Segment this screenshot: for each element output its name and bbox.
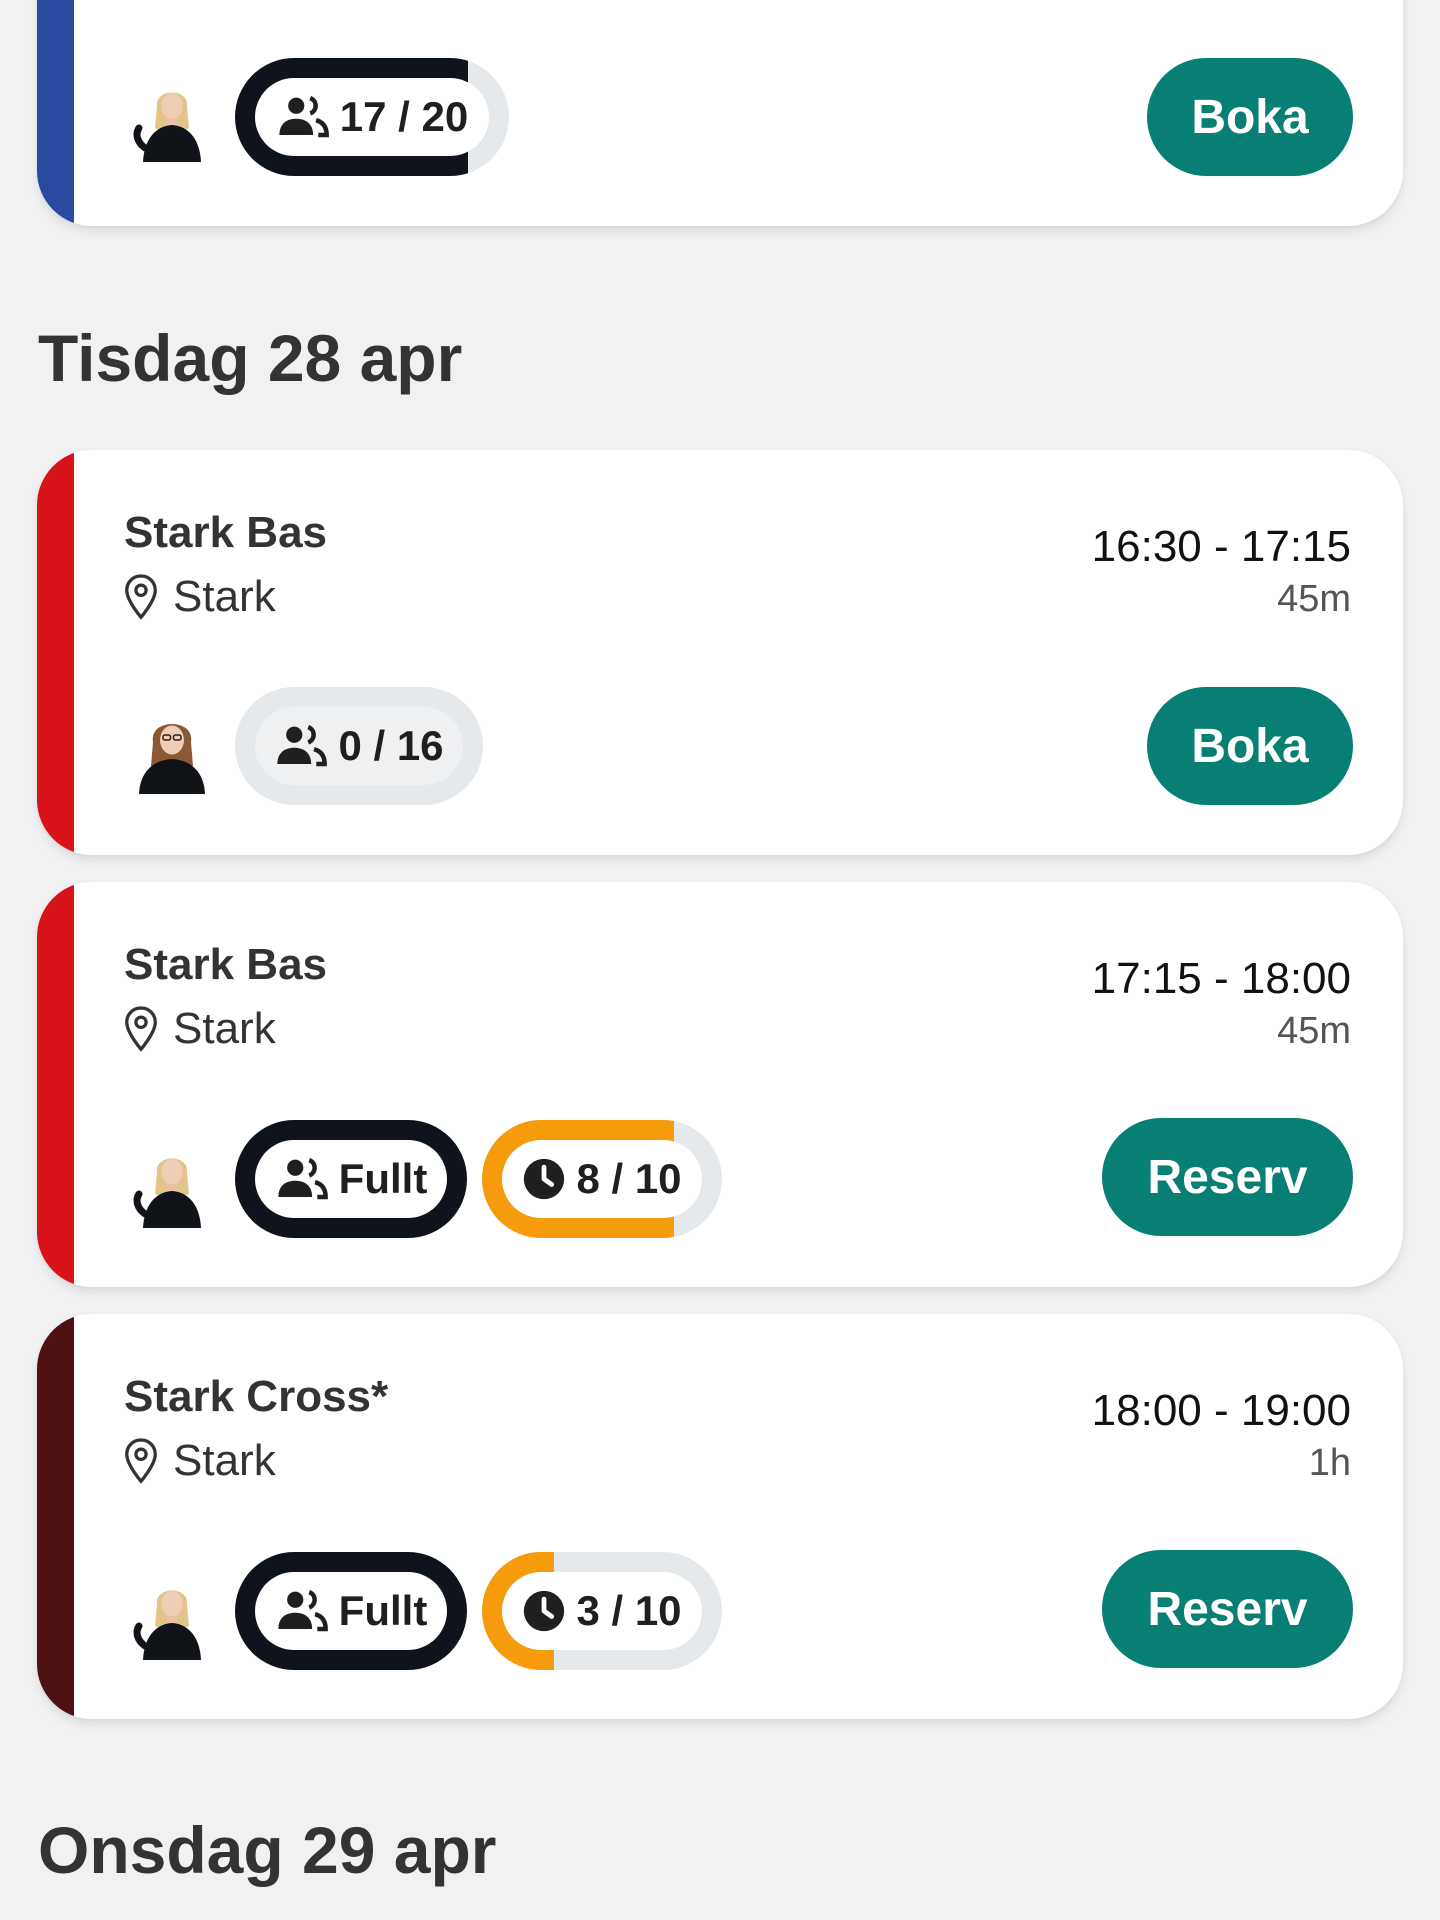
book-button[interactable]: Boka	[1147, 58, 1353, 176]
category-stripe	[37, 0, 74, 226]
category-stripe	[37, 1314, 74, 1719]
class-title: Stark Bas	[124, 940, 328, 989]
day-heading: Onsdag 29 apr	[38, 1813, 497, 1887]
occupancy-indicator: Fullt	[235, 1552, 467, 1670]
class-duration: 1h	[1308, 1442, 1351, 1484]
class-location: Stark	[123, 1004, 276, 1054]
location-label: Stark	[173, 572, 276, 621]
occupancy-count: 17 / 20	[339, 93, 469, 140]
location-label: Stark	[173, 1436, 276, 1485]
waitlist-indicator: 3 / 10	[482, 1552, 722, 1670]
class-duration: 45m	[1277, 578, 1351, 620]
category-stripe	[37, 450, 74, 855]
location-pin-icon	[123, 1005, 159, 1053]
waitlist-count: 8 / 10	[576, 1155, 682, 1202]
clock-icon	[522, 1157, 566, 1201]
occupancy-indicator: Fullt	[235, 1120, 467, 1238]
class-time: 18:00 - 19:00	[1091, 1386, 1351, 1435]
class-time: 16:30 - 17:15	[1091, 522, 1351, 571]
occupancy-status: Fullt	[338, 1155, 428, 1202]
instructor-avatar	[129, 708, 215, 794]
occupancy-count: 0 / 16	[338, 722, 444, 769]
class-card[interactable]: Stark Bas Stark 17:15 - 18:00 45m Fullt …	[37, 882, 1403, 1287]
class-duration: 45m	[1277, 1010, 1351, 1052]
class-title: Stark Cross*	[124, 1372, 389, 1421]
location-pin-icon	[123, 573, 159, 621]
people-icon	[276, 90, 330, 144]
instructor-avatar	[129, 1142, 215, 1228]
location-label: Stark	[173, 1004, 276, 1053]
class-card[interactable]: Stark Bas Stark 16:30 - 17:15 45m 0 / 16…	[37, 450, 1403, 855]
class-location: Stark	[123, 1436, 276, 1486]
people-icon	[275, 1584, 329, 1638]
class-card-previous[interactable]: 17 / 20 Boka	[37, 0, 1403, 226]
waitlist-count: 3 / 10	[576, 1587, 682, 1634]
class-card[interactable]: Stark Cross* Stark 18:00 - 19:00 1h Full…	[37, 1314, 1403, 1719]
occupancy-indicator: 0 / 16	[235, 687, 483, 805]
reserve-button[interactable]: Reserv	[1102, 1118, 1353, 1236]
class-time: 17:15 - 18:00	[1091, 954, 1351, 1003]
class-location: Stark	[123, 572, 276, 622]
reserve-button[interactable]: Reserv	[1102, 1550, 1353, 1668]
instructor-avatar	[129, 76, 215, 162]
people-icon	[274, 719, 328, 773]
location-pin-icon	[123, 1437, 159, 1485]
people-icon	[275, 1152, 329, 1206]
day-heading: Tisdag 28 apr	[38, 321, 463, 395]
occupancy-status: Fullt	[338, 1587, 428, 1634]
instructor-avatar	[129, 1574, 215, 1660]
waitlist-indicator: 8 / 10	[482, 1120, 722, 1238]
book-button[interactable]: Boka	[1147, 687, 1353, 805]
clock-icon	[522, 1589, 566, 1633]
class-title: Stark Bas	[124, 508, 328, 557]
occupancy-indicator: 17 / 20	[235, 58, 509, 176]
category-stripe	[37, 882, 74, 1287]
